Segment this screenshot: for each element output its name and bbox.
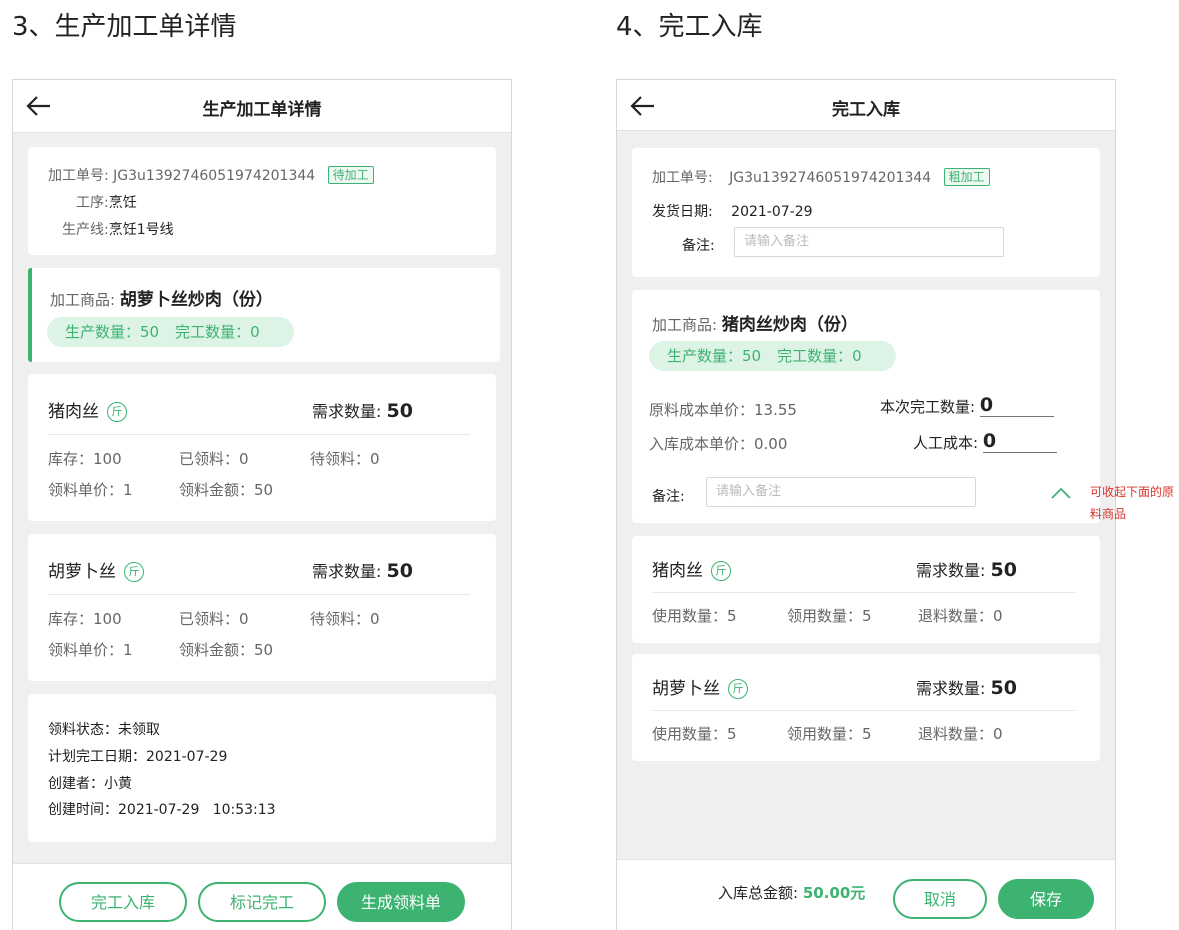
material-card: 胡萝卜丝斤 需求数量: 50 库存：100 已领料：0 待领料：0 领料单价：1… bbox=[28, 534, 496, 681]
order-info-card: 加工单号: JG3u1392746051974201344 待加工 工序:烹饪 … bbox=[28, 147, 496, 255]
labor-cost: 人工成本: 0 bbox=[913, 430, 1057, 453]
order-no: JG3u1392746051974201344 bbox=[113, 168, 316, 184]
material-card: 猪肉丝斤 需求数量: 50 使用数量：5 领用数量：5 退料数量：0 bbox=[632, 536, 1100, 643]
creator: 创建者：小黄 bbox=[48, 776, 132, 792]
remark-input[interactable]: 请输入备注 bbox=[734, 227, 1004, 257]
save-button[interactable]: 保存 bbox=[998, 879, 1094, 919]
product-name: 猪肉丝炒肉（份） bbox=[721, 315, 858, 335]
returned-qty: 退料数量：0 bbox=[918, 607, 1003, 625]
unit-price: 领料单价：1 bbox=[48, 641, 133, 659]
picked: 已领料：0 bbox=[179, 450, 249, 468]
annotation-note: 可收起下面的原料商品 bbox=[1090, 485, 1175, 521]
footer-bar: 入库总金额: 50.00元 取消 保存 bbox=[617, 859, 1115, 930]
divider bbox=[48, 594, 470, 595]
pick-status: 领料状态：未领取 bbox=[48, 722, 160, 738]
divider bbox=[652, 710, 1076, 711]
this-done-input[interactable]: 0 bbox=[979, 394, 1054, 417]
demand-qty: 需求数量: 50 bbox=[312, 560, 413, 582]
amount: 领料金额：50 bbox=[179, 481, 274, 499]
stock: 库存：100 bbox=[48, 450, 122, 468]
product-card: 加工商品: 胡萝卜丝炒肉（份） 生产数量：50 完工数量：0 bbox=[28, 268, 500, 362]
line-row: 生产线:烹饪1号线 bbox=[62, 222, 174, 238]
labor-input[interactable]: 0 bbox=[982, 430, 1057, 453]
demand-qty: 需求数量: 50 bbox=[312, 400, 413, 422]
total-amount: 入库总金额: 50.00元 bbox=[718, 884, 866, 902]
product-row: 加工商品: 猪肉丝炒肉（份） bbox=[652, 315, 858, 335]
material-name: 胡萝卜丝斤 bbox=[48, 557, 144, 582]
generate-pick-button[interactable]: 生成领料单 bbox=[337, 882, 465, 922]
amount: 领料金额：50 bbox=[179, 641, 274, 659]
created-time: 创建时间：2021-07-29 10:53:13 bbox=[48, 802, 276, 818]
material-card: 胡萝卜丝斤 需求数量: 50 使用数量：5 领用数量：5 退料数量：0 bbox=[632, 654, 1100, 761]
divider bbox=[48, 434, 470, 435]
unit-badge: 斤 bbox=[124, 562, 144, 582]
divider bbox=[652, 592, 1076, 593]
plan-date: 计划完工日期：2021-07-29 bbox=[48, 749, 228, 765]
ship-date-row: 发货日期: 2021-07-29 bbox=[652, 204, 813, 220]
finish-screen: 完工入库 加工单号: JG3u1392746051974201344 粗加工 发… bbox=[616, 79, 1116, 930]
product-row: 加工商品: 胡萝卜丝炒肉（份） bbox=[50, 290, 273, 310]
cancel-button[interactable]: 取消 bbox=[893, 879, 987, 919]
used-qty: 使用数量：5 bbox=[652, 607, 737, 625]
pending: 待领料：0 bbox=[310, 610, 380, 628]
chevron-up-icon[interactable] bbox=[1050, 486, 1072, 500]
section-title-detail: 3、生产加工单详情 bbox=[12, 12, 237, 42]
navbar: 生产加工单详情 bbox=[13, 80, 511, 133]
unit-badge: 斤 bbox=[728, 679, 748, 699]
remark-label: 备注: bbox=[682, 238, 715, 254]
detail-screen: 生产加工单详情 加工单号: JG3u1392746051974201344 待加… bbox=[12, 79, 512, 930]
picked-qty: 领用数量：5 bbox=[787, 725, 872, 743]
action-bar: 完工入库 标记完工 生成领料单 bbox=[13, 863, 511, 930]
demand-qty: 需求数量: 50 bbox=[916, 559, 1017, 581]
unit-badge: 斤 bbox=[107, 402, 127, 422]
process-row: 工序:烹饪 bbox=[76, 195, 137, 211]
mark-done-button[interactable]: 标记完工 bbox=[198, 882, 326, 922]
in-cost: 入库成本单价：0.00 bbox=[649, 435, 788, 453]
status-badge: 待加工 bbox=[327, 166, 374, 184]
order-no-row: 加工单号: JG3u1392746051974201344 待加工 bbox=[48, 165, 374, 185]
demand-qty: 需求数量: 50 bbox=[916, 677, 1017, 699]
picked-qty: 领用数量：5 bbox=[787, 607, 872, 625]
returned-qty: 退料数量：0 bbox=[918, 725, 1003, 743]
section-title-finish: 4、完工入库 bbox=[616, 12, 763, 42]
page-title: 生产加工单详情 bbox=[202, 100, 322, 120]
qty-pill: 生产数量：50 完工数量：0 bbox=[47, 317, 294, 347]
order-no: JG3u1392746051974201344 bbox=[729, 170, 932, 186]
material-name: 胡萝卜丝斤 bbox=[652, 674, 748, 699]
page-title: 完工入库 bbox=[832, 100, 900, 120]
unit-price: 领料单价：1 bbox=[48, 481, 133, 499]
remark-label: 备注: bbox=[652, 489, 685, 505]
order-info-card: 加工单号: JG3u1392746051974201344 粗加工 发货日期: … bbox=[632, 148, 1100, 277]
unit-badge: 斤 bbox=[711, 561, 731, 581]
product-name: 胡萝卜丝炒肉（份） bbox=[119, 290, 273, 310]
used-qty: 使用数量：5 bbox=[652, 725, 737, 743]
material-name: 猪肉丝斤 bbox=[48, 397, 127, 422]
material-card: 猪肉丝斤 需求数量: 50 库存：100 已领料：0 待领料：0 领料单价：1 … bbox=[28, 374, 496, 521]
process-tag: 粗加工 bbox=[943, 168, 990, 186]
stock: 库存：100 bbox=[48, 610, 122, 628]
qty-pill: 生产数量：50 完工数量：0 bbox=[649, 341, 896, 371]
raw-cost: 原料成本单价：13.55 bbox=[649, 401, 797, 419]
navbar: 完工入库 bbox=[617, 80, 1115, 131]
status-info-card: 领料状态：未领取 计划完工日期：2021-07-29 创建者：小黄 创建时间：2… bbox=[28, 694, 496, 842]
this-done-qty: 本次完工数量: 0 bbox=[880, 394, 1054, 417]
remark-input[interactable]: 请输入备注 bbox=[706, 477, 976, 507]
finish-in-button[interactable]: 完工入库 bbox=[59, 882, 187, 922]
pending: 待领料：0 bbox=[310, 450, 380, 468]
product-card: 加工商品: 猪肉丝炒肉（份） 生产数量：50 完工数量：0 原料成本单价：13.5… bbox=[632, 290, 1100, 523]
order-no-row: 加工单号: JG3u1392746051974201344 粗加工 bbox=[652, 167, 990, 187]
picked: 已领料：0 bbox=[179, 610, 249, 628]
material-name: 猪肉丝斤 bbox=[652, 556, 731, 581]
